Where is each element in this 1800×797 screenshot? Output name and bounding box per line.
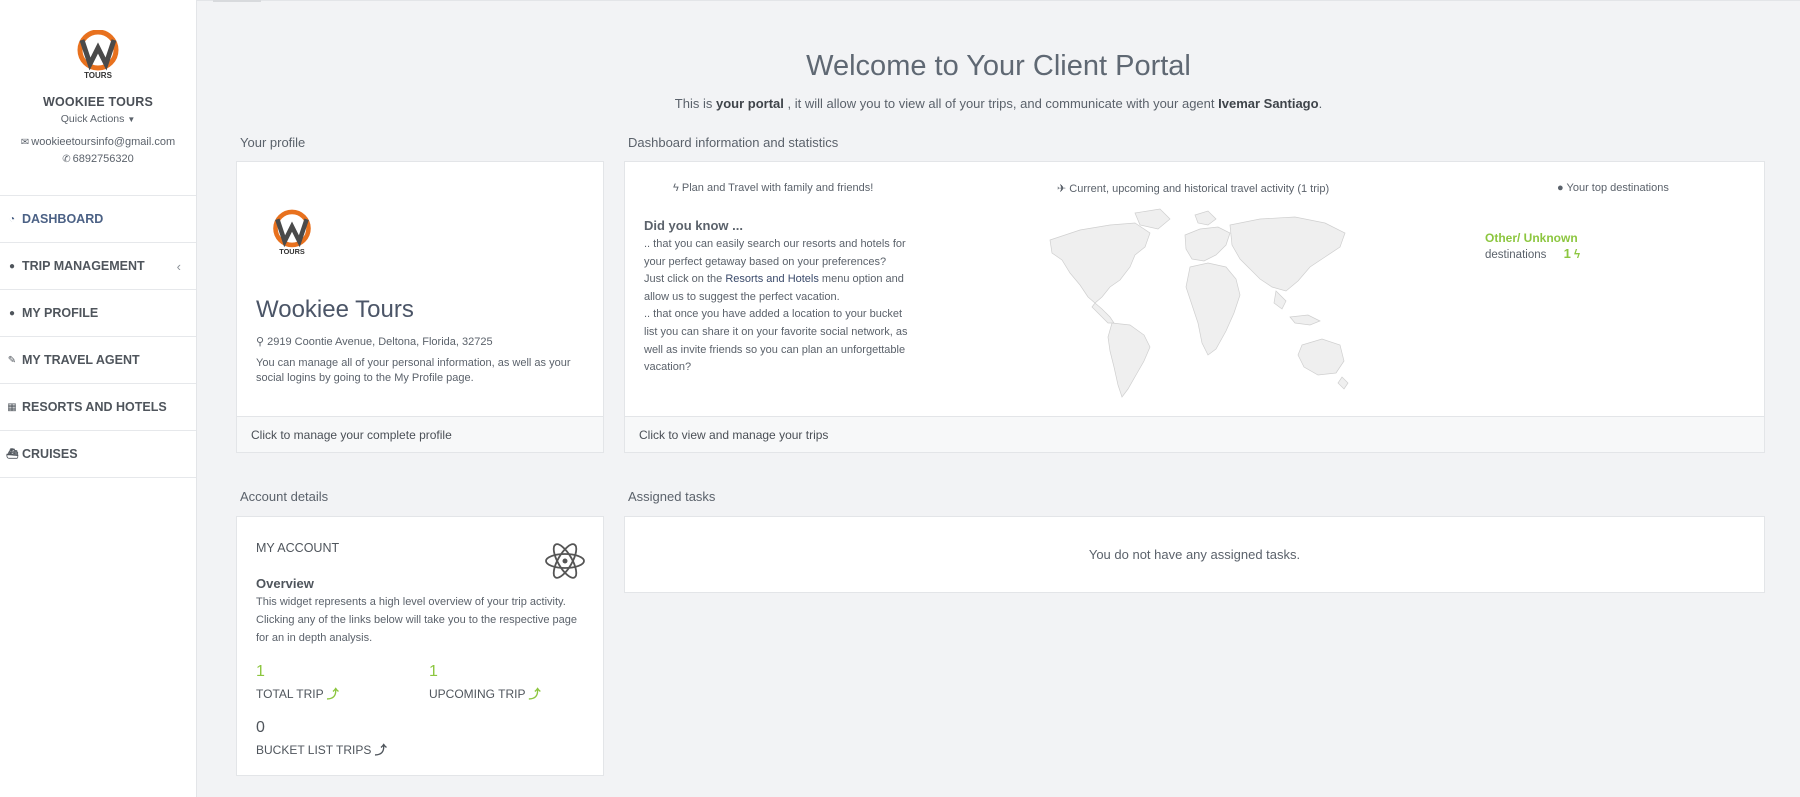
world-map[interactable] [1040,205,1352,400]
bucket-list-link[interactable]: BUCKET LIST TRIPS ⤴ [256,741,387,758]
total-trip-link[interactable]: TOTAL TRIP ⤴ [256,685,339,702]
did-you-know-text: .. that you can easily search our resort… [644,236,909,377]
quick-actions-label: Quick Actions [60,113,125,125]
brand-block: TOURS WOOKIEE TOURS Quick Actions ▼ ✉ woo… [0,0,196,196]
tasks-section-title: Assigned tasks [628,489,716,504]
dashboard-card: ϟ Plan and Travel with family and friend… [624,161,1765,453]
nav-item-label: MY TRAVEL AGENT [22,353,140,367]
profile-section-title: Your profile [240,135,306,150]
bolt-icon: ϟ [1574,249,1581,261]
subtitle-bold: your portal [715,96,784,111]
profile-name: Wookiee Tours [256,296,414,323]
did-you-know-title: Did you know ... [644,218,743,233]
nav-item-resorts-and-hotels[interactable]: ▦ RESORTS AND HOTELS [0,384,196,431]
profile-logo: TOURS [273,209,311,256]
email-text: wookieetoursinfo@gmail.com [31,136,176,148]
wookiee-tours-logo[interactable]: TOURS [74,30,122,80]
heading-text: Current, upcoming and historical travel … [1069,183,1330,195]
email-line[interactable]: ✉ wookieetoursinfo@gmail.com [0,134,196,151]
page-title: Welcome to Your Client Portal [806,50,1191,82]
subtitle-text: . [1318,96,1323,111]
globe-icon: ● [1557,182,1564,194]
agent-name: Ivemar Santiago [1218,96,1319,111]
top-border [197,0,1800,1]
dashboard-icon: ◔ [8,213,16,225]
my-account-title: MY ACCOUNT [256,541,340,555]
sidebar: TOURS WOOKIEE TOURS Quick Actions ▼ ✉ woo… [0,0,197,797]
svg-text:TOURS: TOURS [279,247,305,256]
nav-item-my-travel-agent[interactable]: ✎ MY TRAVEL AGENT [0,337,196,384]
subtitle-text: This is [674,96,716,111]
page-subtitle: This is your portal , it will allow you … [197,96,1800,111]
top-tab-indicator [213,0,261,2]
top-destination-count: destinations 1 ϟ [1485,246,1580,261]
subtitle-text: , it will allow you to view all of your … [783,96,1219,111]
nav-item-label: MY PROFILE [22,306,99,320]
tasks-card: You do not have any assigned tasks. [624,516,1765,593]
stat-label-text: UPCOMING TRIP [429,687,526,701]
nav-item-dashboard[interactable]: ◔ DASHBOARD [0,196,196,243]
profile-card: TOURS Wookiee Tours ⚲ 2919 Coontie Avenu… [236,161,604,453]
profile-address: ⚲ 2919 Coontie Avenue, Deltona, Florida,… [256,335,493,348]
brand-name: WOOKIEE TOURS [42,95,154,109]
plane-icon: ✈ [1057,183,1067,195]
heading-text: Your top destinations [1566,182,1669,194]
top-destination-name[interactable]: Other/ Unknown [1485,231,1578,245]
agent-icon: ✎ [7,354,17,366]
manage-trips-link[interactable]: Click to view and manage your trips [625,416,1764,452]
phone-line[interactable]: ✆ 6892756320 [0,151,196,168]
contact-info: ✉ wookieetoursinfo@gmail.com ✆ 6892756320 [0,134,196,168]
upcoming-trip-link[interactable]: UPCOMING TRIP ⤴ [429,685,541,702]
address-text: 2919 Coontie Avenue, Deltona, Florida, 3… [267,336,493,348]
nav-item-my-profile[interactable]: ● MY PROFILE [0,290,196,337]
no-tasks-message: You do not have any assigned tasks. [1088,547,1301,562]
bucket-list-count: 0 [256,719,265,736]
heading-text: Plan and Travel with family and friends! [681,182,874,194]
travel-activity-heading: ✈ Current, upcoming and historical trave… [1057,182,1329,195]
ship-icon: ⛴ [6,448,19,460]
overview-text: This widget represents a high level over… [256,596,578,644]
building-icon: ▦ [7,401,17,413]
nav-item-label: CRUISES [22,447,78,461]
nav-item-label: TRIP MANAGEMENT [22,259,145,273]
chevron-left-icon: ‹ [176,258,181,274]
destination-count: 1 [1563,246,1571,261]
dashboard-section-title: Dashboard information and statistics [628,135,839,150]
bolt-icon: ϟ [673,182,679,194]
nav-item-trip-management[interactable]: ● TRIP MANAGEMENT ‹ [0,243,196,290]
phone-icon: ✆ [62,154,71,165]
profile-description: You can manage all of your personal info… [256,357,571,384]
phone-text: 6892756320 [72,153,134,165]
user-icon: ● [8,307,16,319]
atom-icon [545,543,585,579]
envelope-icon: ✉ [20,137,30,148]
destination-label: destinations [1485,249,1547,261]
total-trip-count: 1 [256,663,265,680]
top-destinations-heading: ● Your top destinations [1557,182,1669,194]
nav-item-label: DASHBOARD [22,212,104,226]
plan-travel-heading: ϟ Plan and Travel with family and friend… [673,182,873,194]
arrow-up-icon: ⤴ [528,687,541,701]
manage-profile-link[interactable]: Click to manage your complete profile [237,416,603,452]
upcoming-trip-count: 1 [429,663,438,680]
nav-item-cruises[interactable]: ⛴ CRUISES [0,431,196,478]
caret-down-icon: ▼ [127,115,136,124]
stat-label-text: TOTAL TRIP [256,687,324,701]
svg-text:TOURS: TOURS [84,71,113,80]
nav-item-label: RESORTS AND HOTELS [22,400,167,414]
stat-label-text: BUCKET LIST TRIPS [256,743,372,757]
arrow-up-icon: ⤴ [374,743,387,757]
tip-text: .. that once you have added a location t… [644,308,908,374]
quick-actions-dropdown[interactable]: Quick Actions ▼ [0,113,196,125]
account-card: MY ACCOUNT Overview This widget represen… [236,516,604,776]
account-section-title: Account details [240,489,329,504]
map-marker-icon: ⚲ [256,336,265,348]
overview-title: Overview [256,576,314,591]
arrow-up-icon: ⤴ [326,687,339,701]
globe-icon: ● [8,260,16,272]
resorts-hotels-link[interactable]: Resorts and Hotels [725,273,819,285]
